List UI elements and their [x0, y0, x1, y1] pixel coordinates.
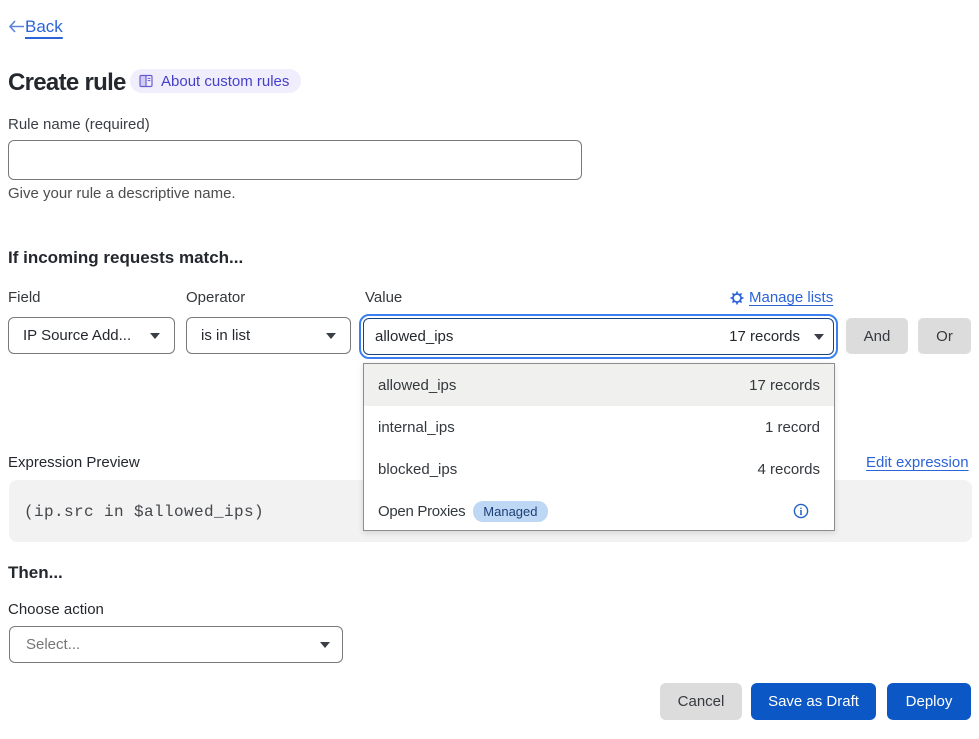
- svg-text:i: i: [800, 507, 803, 518]
